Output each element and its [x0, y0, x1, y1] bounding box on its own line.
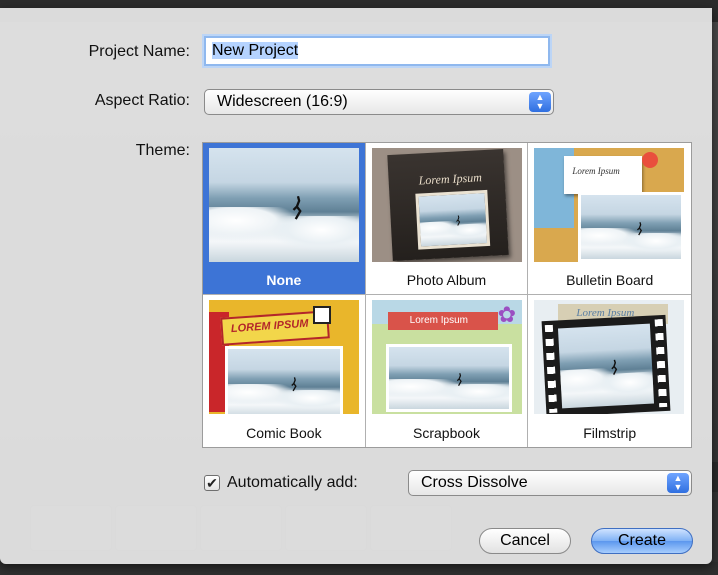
scrap-banner: Lorem Ipsum: [387, 312, 498, 330]
aspect-ratio-popup[interactable]: Widescreen (16:9) ▲ ▼: [204, 89, 554, 115]
album-cover: Lorem Ipsum: [386, 149, 509, 261]
theme-scrapbook-thumbnail: Lorem Ipsum ✿: [371, 300, 522, 414]
note-card: Lorem Ipsum: [564, 156, 643, 194]
theme-bulletin-board[interactable]: Lorem Ipsum Bulletin Board: [528, 143, 691, 295]
checkmark-icon: ✔: [206, 475, 218, 491]
album-photo: [415, 189, 490, 250]
aspect-ratio-label: Aspect Ratio:: [94, 92, 190, 109]
theme-none-thumbnail: [209, 148, 359, 262]
film-strip: [541, 314, 671, 414]
comic-corner-box: [313, 306, 331, 324]
surfer-figure: [292, 195, 302, 220]
flower-icon: ✿: [497, 302, 517, 327]
transition-value: Cross Dissolve: [421, 474, 528, 491]
auto-add-checkbox[interactable]: ✔: [204, 475, 220, 491]
theme-photo-album-label: Photo Album: [406, 272, 487, 288]
theme-filmstrip-thumbnail: Lorem Ipsum: [534, 300, 685, 414]
scrapbook-title-text: Lorem Ipsum: [409, 315, 469, 326]
comic-title-text: LOREM IPSUM: [230, 317, 309, 336]
theme-scrapbook-label: Scrapbook: [413, 425, 480, 441]
aspect-ratio-value: Widescreen (16:9): [217, 93, 348, 110]
theme-comic-book[interactable]: LOREM IPSUM Comic Book: [203, 295, 366, 447]
theme-photo-album[interactable]: Lorem Ipsum Photo Album: [365, 143, 529, 295]
theme-filmstrip-label: Filmstrip: [583, 425, 637, 441]
surfer-photo: [209, 148, 359, 262]
popup-arrows-icon: ▲ ▼: [529, 92, 551, 112]
project-name-value: New Project: [212, 42, 299, 59]
bulletin-photo: [578, 192, 685, 262]
theme-grid: None Lorem Ipsum Photo Album Lorem Ipsum…: [202, 142, 692, 448]
auto-add-label: Automatically add:: [227, 474, 358, 491]
pushpin-icon: [642, 152, 659, 168]
comic-photo: [225, 346, 343, 414]
theme-none-label: None: [266, 272, 302, 288]
film-sprockets-left: [545, 324, 558, 414]
scrapbook-photo: [385, 344, 512, 412]
film-sprockets-right: [654, 318, 668, 408]
theme-bulletin-board-label: Bulletin Board: [566, 272, 654, 288]
project-name-field[interactable]: New Project: [204, 36, 550, 66]
theme-none[interactable]: None: [203, 143, 366, 295]
filmstrip-photo: [558, 323, 655, 409]
theme-scrapbook[interactable]: Lorem Ipsum ✿ Scrapbook: [365, 295, 529, 447]
project-name-label: Project Name:: [88, 43, 190, 60]
create-button[interactable]: Create: [591, 528, 693, 554]
theme-comic-book-thumbnail: LOREM IPSUM: [209, 300, 359, 414]
theme-comic-book-label: Comic Book: [246, 425, 322, 441]
theme-photo-album-thumbnail: Lorem Ipsum: [371, 148, 522, 262]
theme-filmstrip[interactable]: Lorem Ipsum Filmstrip: [528, 295, 691, 447]
transition-popup[interactable]: Cross Dissolve ▲ ▼: [408, 470, 692, 496]
album-title-text: Lorem Ipsum: [417, 170, 482, 188]
cancel-button[interactable]: Cancel: [479, 528, 571, 554]
new-project-sheet: Project Name: New Project Aspect Ratio: …: [0, 8, 712, 564]
theme-label: Theme:: [135, 142, 190, 159]
bulletin-title-text: Lorem Ipsum: [572, 166, 620, 176]
theme-bulletin-board-thumbnail: Lorem Ipsum: [534, 148, 685, 262]
popup-arrows-icon: ▲ ▼: [667, 473, 689, 493]
